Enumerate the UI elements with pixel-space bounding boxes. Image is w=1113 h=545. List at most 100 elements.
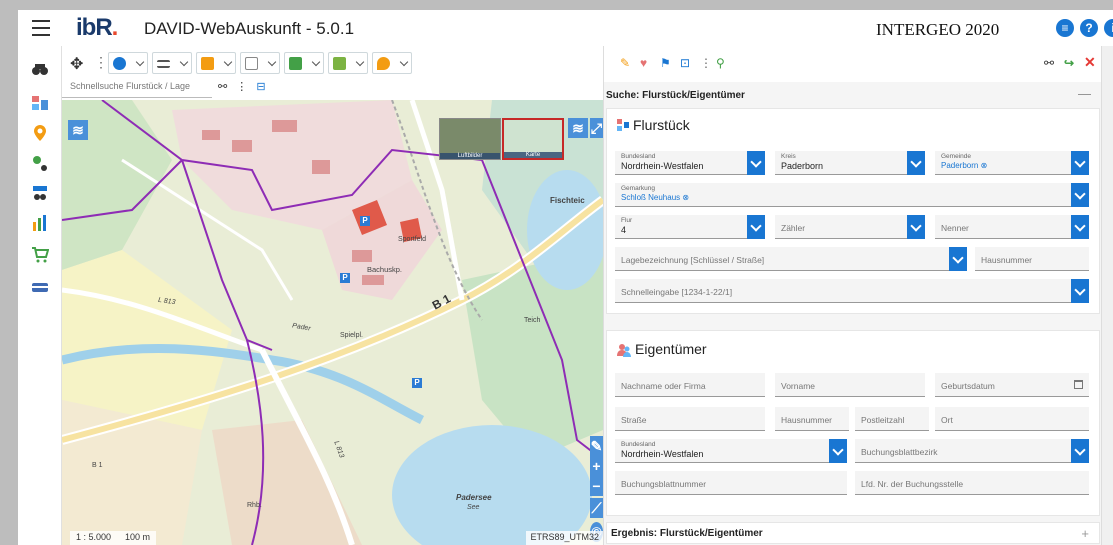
app-window: ibR. DAVID-WebAuskunft - 5.0.1 INTERGEO … bbox=[18, 10, 1113, 545]
calendar-icon bbox=[1074, 380, 1083, 389]
dropdown-button bbox=[747, 151, 765, 175]
line-tool-dropdown[interactable] bbox=[152, 52, 192, 74]
info-icon[interactable]: i bbox=[1104, 19, 1113, 37]
lfd-nr-input[interactable]: Lfd. Nr. der Buchungsstelle bbox=[855, 471, 1089, 495]
bundesland-select[interactable]: Bundesland Nordrhein-Westfalen bbox=[615, 151, 765, 175]
measure-icon[interactable]: ⟋ bbox=[590, 498, 603, 518]
map-label-see: See bbox=[467, 504, 480, 511]
info-tool-dropdown[interactable] bbox=[108, 52, 148, 74]
dropdown-button bbox=[907, 215, 925, 239]
map-label-sportfeld: Sportfeld bbox=[398, 236, 427, 243]
nenner-select[interactable]: Nenner bbox=[935, 215, 1089, 239]
app-header: ibR. DAVID-WebAuskunft - 5.0.1 INTERGEO … bbox=[18, 10, 1113, 46]
draw-icon[interactable]: ✎ bbox=[620, 56, 630, 70]
dropdown-button bbox=[1071, 151, 1089, 175]
binoculars-icon[interactable]: ⚯ bbox=[218, 81, 227, 93]
map-label-b1-small: B 1 bbox=[92, 462, 103, 469]
lagebezeichnung-select[interactable]: Lagebezeichnung [Schlüssel / Straße] bbox=[615, 247, 967, 271]
move-icon[interactable]: ✥ bbox=[70, 54, 83, 74]
flag-icon[interactable]: ⚑ bbox=[660, 56, 671, 70]
dropdown-button bbox=[907, 151, 925, 175]
draw-tool-dropdown[interactable] bbox=[328, 52, 368, 74]
zoom-out-button[interactable]: − bbox=[590, 476, 603, 496]
event-title: INTERGEO 2020 bbox=[876, 20, 1000, 39]
buchungsblattbezirk-select[interactable]: Buchungsblattbezirk bbox=[855, 439, 1089, 463]
result-section[interactable]: Ergebnis: Flurstück/Eigentümer + bbox=[606, 522, 1100, 544]
map-label-fischteich: Fischteic bbox=[550, 196, 585, 205]
map-label-rhb: Rhb. bbox=[247, 502, 262, 509]
draw-icon[interactable]: ✎ bbox=[590, 436, 603, 456]
parcel-search-icon[interactable] bbox=[31, 94, 49, 112]
dropdown-button bbox=[1071, 183, 1089, 207]
more-vert-icon[interactable]: ⋮ bbox=[700, 56, 712, 70]
fullscreen-icon[interactable]: ⤢ bbox=[590, 118, 603, 138]
result-title: Ergebnis: Flurstück/Eigentümer bbox=[611, 528, 763, 539]
basemap-aerial[interactable]: Luftbilder bbox=[439, 118, 501, 160]
dropdown-button bbox=[949, 247, 967, 271]
redo-icon[interactable]: ↪ bbox=[1064, 56, 1074, 70]
zoom-in-button[interactable]: + bbox=[590, 456, 603, 476]
geburtsdatum-input[interactable]: Geburtsdatum bbox=[935, 373, 1089, 397]
bundesland-select[interactable]: Bundesland Nordrhein-Westfalen bbox=[615, 439, 847, 463]
gemarkung-select[interactable]: Gemarkung Schloß Neuhaus ⊗ bbox=[615, 183, 1089, 207]
layers-icon[interactable]: ≋ bbox=[568, 118, 588, 138]
point-search-icon[interactable] bbox=[31, 154, 49, 172]
layer-tool-dropdown[interactable] bbox=[284, 52, 324, 74]
map-label-teich: Teich bbox=[524, 317, 541, 324]
vorname-input[interactable]: Vorname bbox=[775, 373, 925, 397]
collapse-button[interactable]: — bbox=[1078, 86, 1091, 101]
binoculars-badge-icon[interactable] bbox=[31, 184, 49, 202]
card-icon[interactable] bbox=[31, 278, 49, 296]
panel-toolbar: ✎ ♥ ⚑ ⊡ ⋮ ⚲ ⚯ ↪ ✕ bbox=[604, 46, 1102, 82]
map-view[interactable]: B 1 Fischteic Bachuskp. Padersee See Pad… bbox=[62, 100, 603, 545]
flur-select[interactable]: Flur 4 bbox=[615, 215, 765, 239]
statistics-icon[interactable] bbox=[31, 214, 49, 232]
parking-icon: P bbox=[360, 216, 370, 226]
hamburger-menu-icon[interactable] bbox=[32, 20, 50, 36]
postleitzahl-input[interactable]: Postleitzahl bbox=[855, 407, 929, 431]
gemeinde-select[interactable]: Gemeinde Paderborn ⊗ bbox=[935, 151, 1089, 175]
zaehler-select[interactable]: Zähler bbox=[775, 215, 925, 239]
list-icon[interactable]: ≡ bbox=[1056, 19, 1074, 37]
basemap-map[interactable]: Karte bbox=[502, 118, 564, 160]
parking-icon: P bbox=[340, 273, 350, 283]
more-vert-icon[interactable]: ⋮ bbox=[94, 54, 108, 71]
map-toolbar: ✥ ⋮ bbox=[62, 50, 602, 76]
layers-icon[interactable]: ≋ bbox=[68, 120, 88, 140]
hausnummer-input[interactable]: Hausnummer bbox=[975, 247, 1089, 271]
quicksearch-input[interactable]: Schnellsuche Flurstück / Lage bbox=[62, 78, 212, 98]
ibr-logo: ibR. bbox=[76, 14, 118, 41]
app-title: DAVID-WebAuskunft - 5.0.1 bbox=[144, 19, 355, 38]
binoculars-icon[interactable] bbox=[31, 60, 49, 78]
help-icon[interactable]: ? bbox=[1080, 19, 1098, 37]
dropdown-button bbox=[1071, 439, 1089, 463]
measure-icon[interactable]: ⊟ bbox=[256, 81, 265, 93]
panel-title: Suche: Flurstück/Eigentümer bbox=[606, 90, 745, 101]
marker-icon[interactable]: ⚲ bbox=[716, 56, 725, 70]
nachname-input[interactable]: Nachname oder Firma bbox=[615, 373, 765, 397]
shopping-cart-icon[interactable] bbox=[31, 246, 49, 264]
close-icon[interactable]: ✕ bbox=[1084, 54, 1096, 71]
heart-icon[interactable]: ♥ bbox=[640, 56, 647, 70]
buchungsblattnummer-input[interactable]: Buchungsblattnummer bbox=[615, 471, 847, 495]
strasse-input[interactable]: Straße bbox=[615, 407, 765, 431]
scale-display: 1 : 5.000 100 m bbox=[70, 531, 157, 545]
binoculars-icon[interactable]: ⚯ bbox=[1044, 56, 1054, 70]
box-icon[interactable]: ⊡ bbox=[680, 56, 690, 70]
expand-button[interactable]: + bbox=[1081, 526, 1089, 541]
kreis-select[interactable]: Kreis Paderborn bbox=[775, 151, 925, 175]
more-vert-icon[interactable]: ⋮ bbox=[236, 81, 247, 93]
hausnummer-input[interactable]: Hausnummer bbox=[775, 407, 849, 431]
dropdown-button bbox=[1071, 215, 1089, 239]
parking-icon: P bbox=[412, 378, 422, 388]
dropdown-button bbox=[747, 215, 765, 239]
search-panel: ✎ ♥ ⚑ ⊡ ⋮ ⚲ ⚯ ↪ ✕ Suche: Flurstück/Eigen… bbox=[603, 46, 1102, 545]
ort-input[interactable]: Ort bbox=[935, 407, 1089, 431]
schnelleingabe-select[interactable]: Schnelleingabe [1234-1-22/1] bbox=[615, 279, 1089, 303]
map-label-spielpl: Spielpl. bbox=[340, 332, 363, 339]
location-pin-icon[interactable] bbox=[31, 124, 49, 142]
frame-tool-dropdown[interactable] bbox=[240, 52, 280, 74]
flurstueck-title: Flurstück bbox=[633, 117, 690, 133]
marker-tool-dropdown[interactable] bbox=[372, 52, 412, 74]
fill-tool-dropdown[interactable] bbox=[196, 52, 236, 74]
